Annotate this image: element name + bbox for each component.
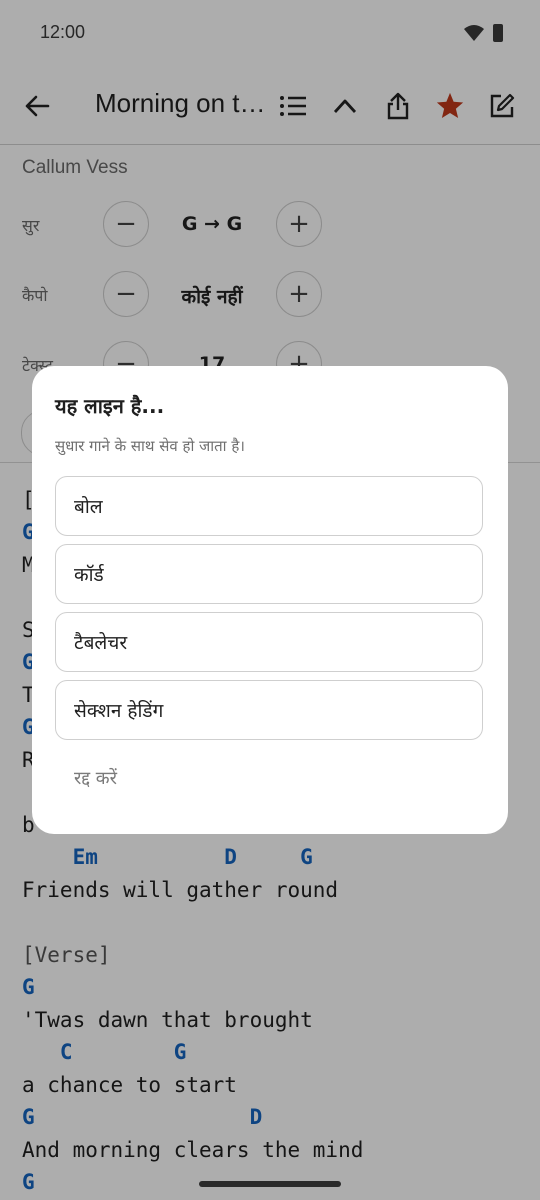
home-indicator[interactable] [199,1181,341,1187]
option-label: टैबलेचर [74,632,128,654]
option-section-heading[interactable]: सेक्शन हेडिंग [55,680,483,740]
line-type-dialog: यह लाइन है... सुधार गाने के साथ सेव हो ज… [32,366,508,834]
option-label: बोल [74,496,103,518]
option-tablature[interactable]: टैबलेचर [55,612,483,672]
dialog-subtitle: सुधार गाने के साथ सेव हो जाता है। [55,437,245,455]
option-label: सेक्शन हेडिंग [74,700,164,722]
option-lyrics[interactable]: बोल [55,476,483,536]
option-label: कॉर्ड [74,564,104,586]
cancel-button[interactable]: रद्द करें [74,766,117,790]
dialog-title: यह लाइन है... [55,394,165,418]
option-chord[interactable]: कॉर्ड [55,544,483,604]
